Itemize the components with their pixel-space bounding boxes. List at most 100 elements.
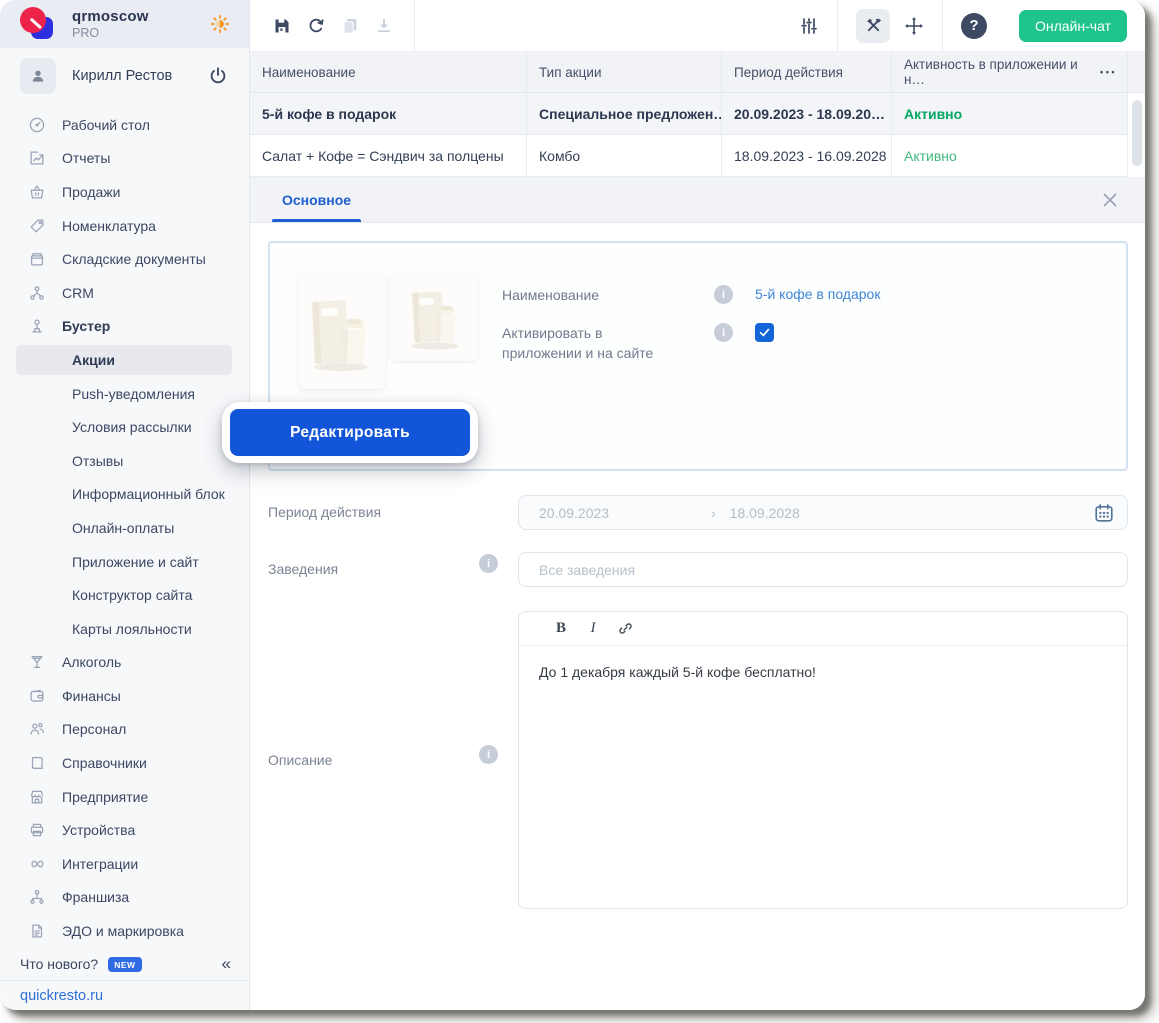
- user-row[interactable]: Кирилл Рестов: [0, 48, 249, 104]
- workspace-info: qrmoscow PRO: [72, 8, 209, 40]
- sidebar-item-promos[interactable]: Акции: [0, 343, 249, 377]
- dashboard-icon: [28, 116, 46, 134]
- sidebar-item-devices[interactable]: Устройства: [0, 813, 249, 847]
- sidebar-item-enterprise[interactable]: Предприятие: [0, 780, 249, 814]
- period-input[interactable]: 20.09.2023 › 18.09.2028: [518, 495, 1128, 530]
- table-row[interactable]: 5-й кофе в подарок Специальное предложен…: [250, 93, 1145, 135]
- sidebar-item-finance[interactable]: Финансы: [0, 679, 249, 713]
- promo-image[interactable]: [390, 274, 477, 361]
- info-icon[interactable]: i: [479, 554, 498, 573]
- activate-checkbox[interactable]: [755, 323, 774, 342]
- info-icon[interactable]: i: [714, 323, 733, 342]
- tab-main[interactable]: Основное: [272, 177, 361, 222]
- sidebar-item-integrations[interactable]: Интеграции: [0, 847, 249, 881]
- status-badge: Активно: [892, 135, 1128, 177]
- promos-table: Наименование Тип акции Период действия А…: [250, 52, 1145, 177]
- link-icon[interactable]: [613, 617, 637, 641]
- sidebar-item-stock-docs[interactable]: Складские документы: [0, 242, 249, 276]
- sidebar-item-label: Алкоголь: [62, 654, 121, 670]
- column-header-name[interactable]: Наименование: [250, 52, 527, 93]
- site-link[interactable]: quickresto.ru: [0, 980, 249, 1010]
- column-header-period[interactable]: Период действия: [722, 52, 892, 93]
- column-header-activity[interactable]: Активность в приложении и н… •••: [892, 52, 1128, 93]
- whats-new-row[interactable]: Что нового? NEW «: [0, 948, 249, 980]
- name-label: Наименование: [502, 285, 714, 305]
- tools-icon[interactable]: [856, 9, 890, 43]
- cell-period: 18.09.2023 - 16.09.2028: [722, 135, 892, 177]
- table-scrollbar-thumb[interactable]: [1132, 100, 1142, 166]
- sidebar-item-label: Финансы: [62, 688, 121, 704]
- detail-panel: Наименование i 5-й кофе в подарок Активи…: [250, 223, 1145, 1010]
- sidebar-item-label: Онлайн-оплаты: [72, 520, 174, 536]
- column-header-type[interactable]: Тип акции: [527, 52, 722, 93]
- promo-image[interactable]: [299, 275, 385, 389]
- franchise-icon: [28, 888, 46, 906]
- sidebar-item-nomenclature[interactable]: Номенклатура: [0, 209, 249, 243]
- sidebar-item-crm[interactable]: CRM: [0, 276, 249, 310]
- table-more-icon[interactable]: •••: [1100, 67, 1117, 77]
- name-field-row: Наименование i 5-й кофе в подарок: [502, 285, 1098, 305]
- sidebar-item-app-and-site[interactable]: Приложение и сайт: [0, 545, 249, 579]
- column-settings-icon[interactable]: [799, 16, 819, 36]
- table-header-row: Наименование Тип акции Период действия А…: [250, 52, 1145, 93]
- edo-icon: [28, 922, 46, 940]
- sidebar-item-label: CRM: [62, 285, 94, 301]
- sidebar-item-booster[interactable]: Бустер: [0, 310, 249, 344]
- promo-name-value[interactable]: 5-й кофе в подарок: [755, 285, 880, 304]
- sidebar-item-site-builder[interactable]: Конструктор сайта: [0, 578, 249, 612]
- move-icon[interactable]: [904, 16, 924, 36]
- sidebar-item-sales[interactable]: Продажи: [0, 175, 249, 209]
- sidebar-item-online-payments[interactable]: Онлайн-оплаты: [0, 511, 249, 545]
- theme-toggle-sun-icon[interactable]: [209, 13, 231, 35]
- italic-icon[interactable]: I: [581, 617, 605, 641]
- info-icon[interactable]: i: [479, 745, 498, 764]
- calendar-icon[interactable]: [1093, 502, 1115, 524]
- save-icon[interactable]: [272, 16, 292, 36]
- sidebar-item-handbooks[interactable]: Справочники: [0, 746, 249, 780]
- sidebar-item-push-notifications[interactable]: Push-уведомления: [0, 377, 249, 411]
- cell-name: Салат + Кофе = Сэндвич за полцены: [250, 135, 527, 177]
- tools-group: [837, 0, 942, 51]
- sidebar-item-loyalty-cards[interactable]: Карты лояльности: [0, 612, 249, 646]
- alcohol-icon: [28, 653, 46, 671]
- period-from-value: 20.09.2023: [539, 505, 711, 521]
- quickresto-logo-icon: [20, 7, 56, 41]
- cell-name: 5-й кофе в подарок: [250, 93, 527, 135]
- table-row[interactable]: Салат + Кофе = Сэндвич за полцены Комбо …: [250, 135, 1145, 177]
- stock-docs-icon: [28, 250, 46, 268]
- info-icon[interactable]: i: [714, 285, 733, 304]
- refresh-icon[interactable]: [306, 16, 326, 36]
- sidebar-item-label: Условия рассылки: [72, 419, 192, 435]
- sidebar-item-label: Интеграции: [62, 856, 138, 872]
- sidebar-item-alcohol[interactable]: Алкоголь: [0, 646, 249, 680]
- description-text[interactable]: До 1 декабря каждый 5-й кофе бесплатно!: [519, 646, 1127, 698]
- sidebar-item-dashboard[interactable]: Рабочий стол: [0, 108, 249, 142]
- help-icon[interactable]: ?: [961, 13, 987, 39]
- sidebar-item-reviews[interactable]: Отзывы: [0, 444, 249, 478]
- crm-icon: [28, 284, 46, 302]
- edit-button[interactable]: Редактировать: [230, 409, 470, 456]
- bold-icon[interactable]: B: [549, 617, 573, 641]
- logout-power-icon[interactable]: [207, 65, 229, 87]
- sidebar-item-label: Карты лояльности: [72, 621, 192, 637]
- sidebar-item-reports[interactable]: Отчеты: [0, 142, 249, 176]
- venues-input[interactable]: Все заведения: [518, 552, 1128, 587]
- sidebar-item-edo[interactable]: ЭДО и маркировка: [0, 914, 249, 948]
- close-icon[interactable]: [1100, 190, 1120, 210]
- handbook-icon: [28, 754, 46, 772]
- venues-label: Заведения: [268, 561, 338, 577]
- online-chat-button[interactable]: Онлайн-чат: [1019, 10, 1127, 42]
- sidebar-item-label: Акции: [72, 352, 115, 368]
- sidebar-item-franchise[interactable]: Франшиза: [0, 881, 249, 915]
- sidebar-item-label: ЭДО и маркировка: [62, 923, 184, 939]
- description-editor[interactable]: B I До 1 декабря каждый 5-й кофе бесплат…: [518, 611, 1128, 909]
- sidebar-item-mailing-terms[interactable]: Условия рассылки: [0, 410, 249, 444]
- user-avatar-icon: [20, 58, 56, 94]
- sidebar-item-staff[interactable]: Персонал: [0, 713, 249, 747]
- collapse-sidebar-icon[interactable]: «: [222, 954, 231, 974]
- finance-icon: [28, 687, 46, 705]
- workspace-header: qrmoscow PRO: [0, 0, 249, 48]
- enterprise-icon: [28, 788, 46, 806]
- status-badge: Активно: [892, 93, 1128, 135]
- sidebar-item-info-block[interactable]: Информационный блок: [0, 478, 249, 512]
